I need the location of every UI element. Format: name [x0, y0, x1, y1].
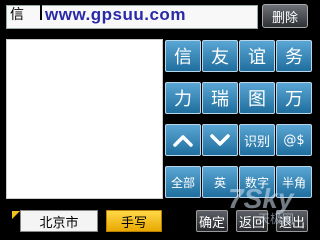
page-up-button[interactable]	[165, 124, 201, 156]
half-width-button[interactable]: 半角	[276, 166, 312, 198]
input-value: 信	[10, 7, 24, 23]
search-input[interactable]	[6, 5, 258, 29]
city-button[interactable]: 北京市	[20, 210, 98, 232]
back-button[interactable]: 返回	[236, 210, 268, 232]
candidate-char[interactable]: 信	[165, 40, 201, 72]
candidate-char[interactable]: 务	[276, 40, 312, 72]
candidate-char[interactable]: 万	[276, 82, 312, 114]
exit-button[interactable]: 退出	[276, 210, 308, 232]
candidate-char[interactable]: 力	[165, 82, 201, 114]
delete-button[interactable]: 删除	[262, 4, 308, 28]
chevron-down-icon	[210, 134, 230, 146]
confirm-button[interactable]: 确定	[196, 210, 228, 232]
candidate-char[interactable]: 谊	[239, 40, 275, 72]
candidate-char[interactable]: 图	[239, 82, 275, 114]
recognize-button[interactable]: 识别	[239, 124, 275, 156]
candidate-char[interactable]: 友	[202, 40, 238, 72]
text-caret	[40, 4, 42, 20]
chevron-up-icon	[173, 135, 193, 147]
number-mode-button[interactable]: 数字	[239, 166, 275, 198]
english-mode-button[interactable]: 英	[202, 166, 238, 198]
handwrite-mode-button[interactable]: 手写	[106, 210, 162, 232]
handwriting-pad[interactable]	[6, 39, 163, 199]
page-down-button[interactable]	[202, 124, 238, 156]
symbols-button[interactable]: @$	[276, 124, 312, 156]
candidate-char[interactable]: 瑞	[202, 82, 238, 114]
all-mode-button[interactable]: 全部	[165, 166, 201, 198]
corner-indicator-icon	[12, 211, 20, 219]
